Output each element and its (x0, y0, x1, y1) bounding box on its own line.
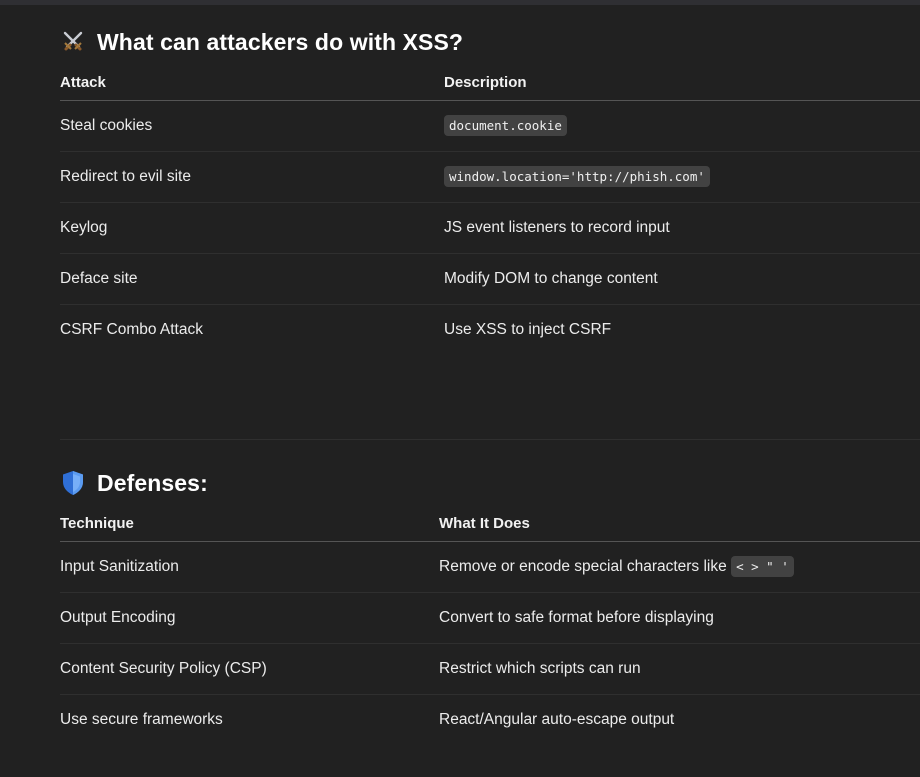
table-row: Redirect to evil site window.location='h… (60, 151, 920, 203)
column-header-description: Description (444, 64, 920, 101)
attack-cell: Redirect to evil site (60, 151, 444, 203)
shield-icon (60, 470, 86, 496)
description-cell: Modify DOM to change content (444, 253, 920, 305)
table-row: Output Encoding Convert to safe format b… (60, 592, 920, 644)
description-text: Remove or encode special characters like (439, 558, 727, 575)
attacks-title: What can attackers do with XSS? (97, 28, 464, 55)
top-edge (0, 0, 920, 5)
column-header-what-it-does: What It Does (439, 505, 920, 542)
defenses-table: Technique What It Does Input Sanitizatio… (60, 505, 920, 745)
attacks-heading: What can attackers do with XSS? (60, 22, 920, 62)
description-cell: document.cookie (444, 100, 920, 152)
inline-code: document.cookie (444, 115, 567, 136)
crossed-swords-icon (60, 29, 86, 55)
description-cell: Restrict which scripts can run (439, 643, 920, 695)
table-row: Deface site Modify DOM to change content (60, 253, 920, 305)
technique-cell: Use secure frameworks (60, 711, 223, 728)
attack-cell: CSRF Combo Attack (60, 321, 203, 338)
table-header-row: Technique What It Does (60, 505, 920, 542)
attack-cell: Deface site (60, 253, 444, 305)
description-cell: Remove or encode special characters like… (439, 541, 920, 593)
defenses-heading: Defenses: (60, 463, 920, 503)
attacks-section: What can attackers do with XSS? Attack D… (60, 22, 920, 440)
table-row: Content Security Policy (CSP) Restrict w… (60, 643, 920, 695)
description-cell: Use XSS to inject CSRF (444, 321, 612, 338)
attack-cell: Keylog (60, 202, 444, 254)
attacks-table: Attack Description Steal cookies documen… (60, 64, 920, 355)
column-header-attack: Attack (60, 64, 444, 101)
description-cell: JS event listeners to record input (444, 202, 920, 254)
table-row: Keylog JS event listeners to record inpu… (60, 202, 920, 254)
table-row: CSRF Combo Attack Use XSS to inject CSRF (60, 305, 920, 356)
table-row: Use secure frameworks React/Angular auto… (60, 695, 920, 746)
defenses-section: Defenses: Technique What It Does Input S… (60, 463, 920, 745)
technique-cell: Input Sanitization (60, 541, 439, 593)
description-cell: window.location='http://phish.com' (444, 151, 920, 203)
table-header-row: Attack Description (60, 64, 920, 101)
technique-cell: Output Encoding (60, 592, 439, 644)
technique-cell: Content Security Policy (CSP) (60, 643, 439, 695)
description-cell: React/Angular auto-escape output (439, 711, 675, 728)
defenses-title: Defenses: (97, 469, 208, 496)
column-header-technique: Technique (60, 505, 439, 542)
section-divider (60, 355, 920, 440)
description-cell: Convert to safe format before displaying (439, 592, 920, 644)
attack-cell: Steal cookies (60, 100, 444, 152)
inline-code: < > " ' (731, 556, 794, 577)
inline-code: window.location='http://phish.com' (444, 166, 710, 187)
table-row: Input Sanitization Remove or encode spec… (60, 541, 920, 593)
table-row: Steal cookies document.cookie (60, 100, 920, 152)
